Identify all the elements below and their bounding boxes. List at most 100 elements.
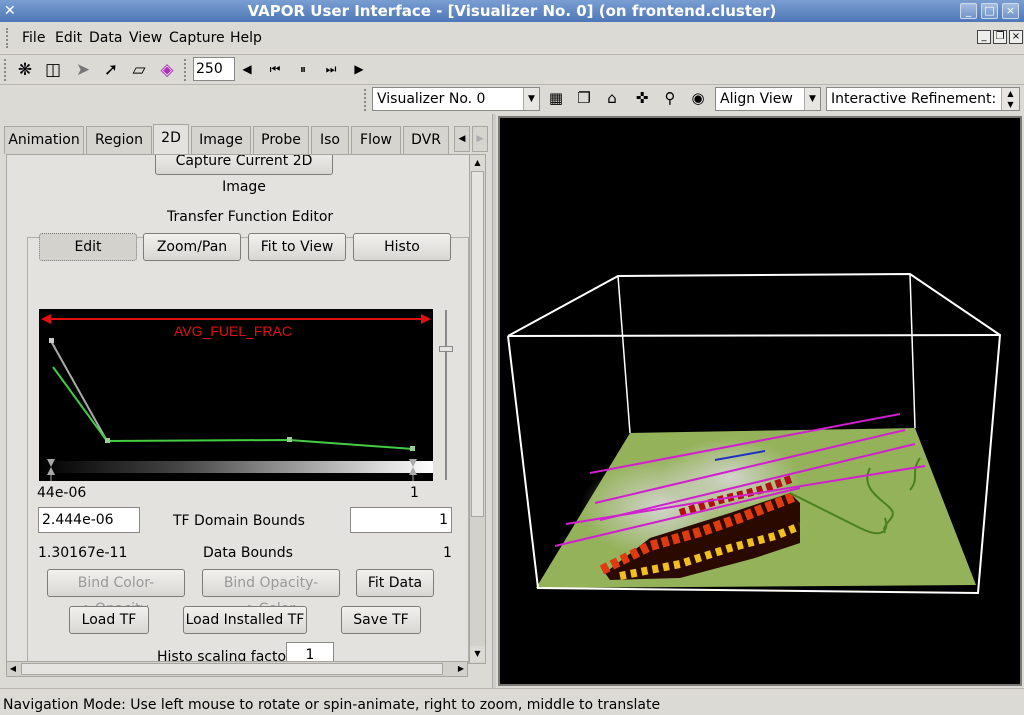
- zoom-pan-button[interactable]: Zoom/Pan: [143, 233, 241, 261]
- chevron-down-icon[interactable]: ▼: [804, 88, 820, 110]
- control-point[interactable]: [410, 446, 415, 451]
- mdi-close-button[interactable]: ×: [1009, 30, 1023, 44]
- data-bounds-label: Data Bounds: [203, 545, 293, 561]
- domain-box-edge: [909, 273, 916, 429]
- region-icon[interactable]: ◫: [42, 60, 64, 80]
- menu-file[interactable]: File: [22, 30, 45, 46]
- toolbar-grip-2: [184, 59, 188, 81]
- center-icon[interactable]: ✜: [631, 88, 653, 108]
- tf-svg: AVG_FUEL_FRAC: [39, 314, 433, 481]
- viz-toolbar-grip: [364, 89, 368, 111]
- scroll-up-icon[interactable]: ▲: [470, 155, 485, 171]
- left-panel: Animation Region 2D Image Probe Iso Flow…: [0, 114, 492, 686]
- play-reverse-icon[interactable]: ⏮: [266, 60, 284, 78]
- window-title: VAPOR User Interface - [Visualizer No. 0…: [247, 2, 777, 20]
- tf-zoom-slider[interactable]: [439, 310, 453, 482]
- tab-iso[interactable]: Iso: [311, 126, 349, 154]
- panel-splitter[interactable]: [492, 114, 496, 688]
- tf-min-label: 44e-06: [37, 485, 87, 501]
- rake-icon[interactable]: ➚: [100, 60, 122, 80]
- step-forward-icon[interactable]: ▶: [350, 60, 368, 78]
- bind-color-opacity-button[interactable]: Bind Color->Opacity: [47, 569, 185, 617]
- menu-bar: File Edit Data View Capture Help _ ❐ ×: [0, 22, 1024, 54]
- menu-help[interactable]: Help: [230, 30, 262, 46]
- fit-data-button[interactable]: Fit Data: [356, 569, 434, 597]
- tab-bar: Animation Region 2D Image Probe Iso Flow…: [0, 124, 492, 155]
- home-icon[interactable]: ⌂: [601, 88, 623, 108]
- eye-icon[interactable]: ◉: [687, 88, 709, 108]
- menu-view[interactable]: View: [129, 30, 162, 46]
- domain-right-arrowhead: [421, 314, 431, 324]
- scroll-right-icon[interactable]: ▶: [455, 662, 467, 676]
- tab-region[interactable]: Region: [86, 126, 152, 154]
- control-point[interactable]: [105, 438, 110, 443]
- color-curve: [50, 340, 108, 442]
- tab-scroll-right-icon[interactable]: ▶: [472, 126, 488, 152]
- control-point[interactable]: [287, 437, 292, 442]
- capture-2d-image-button[interactable]: Capture Current 2D Image: [155, 155, 333, 195]
- tab-dvr[interactable]: DVR: [403, 126, 449, 154]
- maximize-button[interactable]: □: [981, 3, 998, 19]
- scroll-down-icon[interactable]: ▼: [470, 646, 485, 662]
- mode-toolbar: ❋ ◫ ➤ ➚ ⏥ ◈: [0, 54, 1024, 84]
- domain-left-arrowhead: [41, 314, 51, 324]
- menu-data[interactable]: Data: [89, 30, 122, 46]
- mdi-restore-button[interactable]: ❐: [993, 30, 1007, 44]
- spin-arrows-icon[interactable]: ▲ ▼: [1001, 88, 1019, 110]
- domain-max-field[interactable]: 1: [350, 507, 452, 533]
- scroll-left-icon[interactable]: ◀: [7, 662, 19, 676]
- load-installed-tf-button[interactable]: Load Installed TF: [183, 606, 307, 634]
- save-tf-button[interactable]: Save TF: [341, 606, 421, 634]
- slider-handle[interactable]: [439, 346, 453, 352]
- close-button[interactable]: ×: [1002, 3, 1019, 19]
- panel-vertical-scrollbar[interactable]: ▲ ▼: [469, 155, 485, 663]
- bind-opacity-color-button[interactable]: Bind Opacity->Color: [202, 569, 340, 617]
- mdi-minimize-button[interactable]: _: [977, 30, 991, 44]
- twod-icon[interactable]: ⏥: [128, 60, 150, 80]
- tab-2d[interactable]: 2D: [153, 124, 189, 155]
- minimize-button[interactable]: _: [960, 3, 977, 19]
- domain-min-field[interactable]: 2.444e-06: [38, 507, 140, 533]
- opacity-curve[interactable]: [52, 366, 414, 450]
- tile-icon[interactable]: ▦: [545, 88, 567, 108]
- visualizer-viewport[interactable]: [498, 116, 1022, 686]
- cascade-icon[interactable]: ❐: [573, 88, 595, 108]
- tab-probe[interactable]: Probe: [253, 126, 309, 154]
- domain-box-edge: [617, 275, 631, 434]
- panel-horizontal-scrollbar[interactable]: ◀ ▶: [6, 661, 468, 677]
- frame-number-input[interactable]: 250: [193, 57, 235, 81]
- data-min-value: 1.30167e-11: [38, 545, 128, 561]
- navigate-icon[interactable]: ❋: [14, 60, 36, 80]
- transfer-function-canvas[interactable]: AVG_FUEL_FRAC: [39, 309, 433, 481]
- chevron-down-icon[interactable]: ▼: [523, 88, 539, 110]
- play-forward-icon[interactable]: ⏭: [322, 60, 340, 78]
- tab-flow[interactable]: Flow: [351, 126, 401, 154]
- edit-mode-button[interactable]: Edit: [39, 233, 137, 261]
- step-back-icon[interactable]: ◀: [238, 60, 256, 78]
- load-tf-button[interactable]: Load TF: [69, 606, 149, 634]
- menu-capture[interactable]: Capture: [169, 30, 225, 46]
- colorbar-icon[interactable]: ◈: [156, 60, 178, 80]
- tab-image[interactable]: Image: [191, 126, 251, 154]
- pause-icon[interactable]: ⏸: [294, 60, 312, 78]
- zoom-icon[interactable]: ⚲: [659, 88, 681, 108]
- histo-button[interactable]: Histo: [353, 233, 451, 261]
- tab-animation[interactable]: Animation: [4, 126, 84, 154]
- refinement-label: Interactive Refinement: 0: [831, 91, 1010, 107]
- title-bar: ✕ VAPOR User Interface - [Visualizer No.…: [0, 0, 1024, 22]
- horizontal-scroll-thumb[interactable]: [21, 663, 443, 675]
- visualizer-select[interactable]: Visualizer No. 0 ▼: [372, 87, 540, 111]
- tab-scroll-left-icon[interactable]: ◀: [454, 126, 470, 152]
- tf-editor-title: Transfer Function Editor: [167, 209, 334, 225]
- toolbar-grip: [4, 59, 8, 81]
- refinement-spinbox[interactable]: Interactive Refinement: 0 ▲ ▼: [826, 87, 1020, 111]
- status-message: Navigation Mode: Use left mouse to rotat…: [3, 697, 661, 713]
- align-view-select[interactable]: Align View ▼: [715, 87, 821, 111]
- status-bar: Navigation Mode: Use left mouse to rotat…: [0, 688, 1024, 715]
- probe-icon[interactable]: ➤: [72, 60, 94, 80]
- vertical-scroll-thumb[interactable]: [471, 171, 484, 517]
- menu-edit[interactable]: Edit: [55, 30, 82, 46]
- control-point[interactable]: [49, 338, 54, 343]
- domain-bounds-label: TF Domain Bounds: [173, 513, 305, 529]
- fit-to-view-button[interactable]: Fit to View: [248, 233, 346, 261]
